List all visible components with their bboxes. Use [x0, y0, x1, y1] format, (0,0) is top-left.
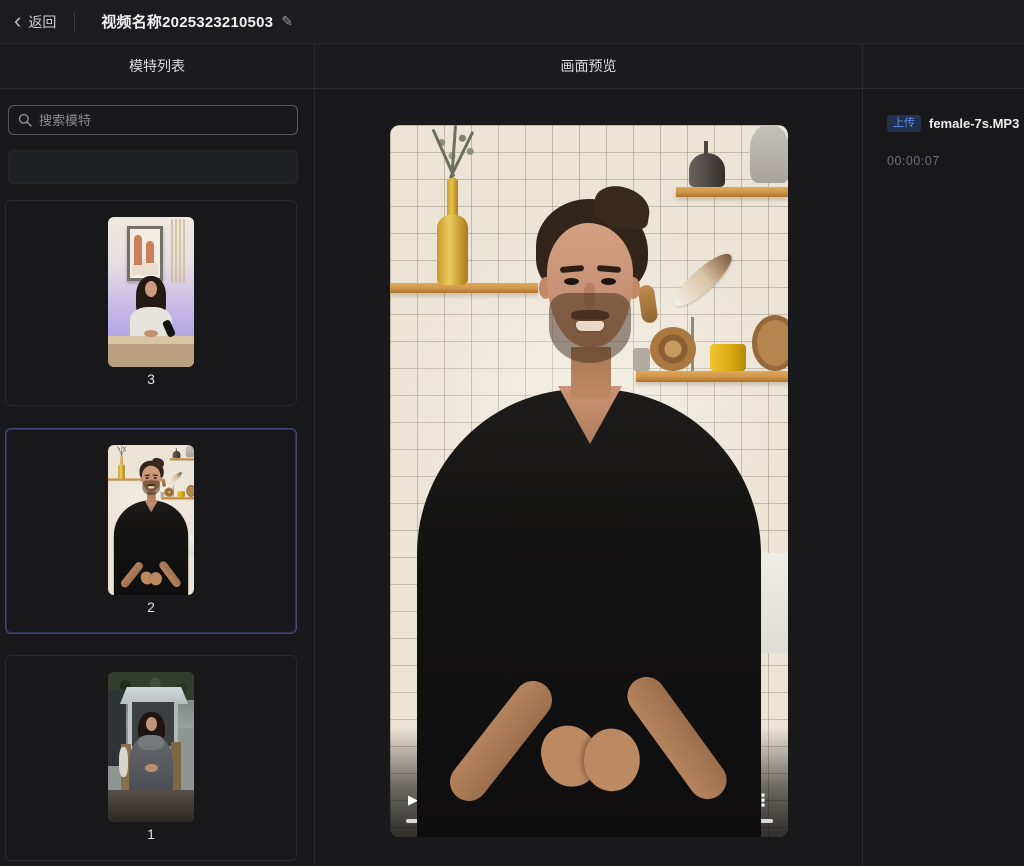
gold-bottle	[118, 464, 125, 479]
bell-ornament	[173, 451, 181, 458]
kitchen-scene	[390, 125, 788, 837]
back-button[interactable]: ‹ 返回	[0, 0, 70, 43]
wooden-shelf-bottom-right	[636, 371, 788, 382]
woman-face	[146, 717, 157, 731]
coat-collar	[138, 735, 164, 750]
person-eye	[154, 477, 157, 478]
person-eye	[601, 278, 616, 285]
gray-cup	[633, 348, 650, 371]
table	[108, 336, 194, 367]
woman-face	[145, 281, 157, 297]
wooden-disc	[650, 327, 696, 371]
model-card-3[interactable]: 3	[5, 200, 297, 406]
gold-bottle-neck	[447, 178, 458, 220]
model-list-header: 模特列表	[0, 44, 314, 89]
person-smile	[148, 486, 154, 488]
studio-scene	[108, 217, 194, 367]
outdoor-scene	[108, 672, 194, 822]
kitchen-scene	[108, 445, 194, 595]
person-mustache	[571, 310, 609, 321]
wooden-shelf-bottom-right	[161, 497, 194, 499]
chair-cushion	[119, 747, 128, 777]
bust-statue	[750, 125, 788, 183]
upload-badge: 上传	[887, 115, 921, 132]
wooden-paddle	[161, 479, 166, 487]
preview-panel: 画面预览	[315, 44, 862, 866]
wooden-plate	[186, 485, 194, 497]
bust-statue	[186, 445, 194, 457]
ground	[108, 790, 194, 822]
video-player[interactable]: ▶ 0:00 / 0:20 ⋮	[390, 125, 788, 837]
wooden-paddle	[637, 284, 658, 324]
model-card-label: 1	[6, 826, 296, 842]
macrame-hanging	[171, 219, 187, 283]
audio-panel-header	[863, 44, 1024, 89]
arch-shape	[134, 235, 142, 265]
feather-sculpture	[668, 247, 738, 313]
woman-hands	[145, 764, 158, 772]
model-list-panel: 模特列表	[0, 44, 315, 866]
model-card-label: 3	[6, 371, 296, 387]
gold-bottle	[437, 215, 468, 285]
edit-title-icon[interactable]: ✎	[281, 13, 293, 30]
model-list-body: 3	[0, 89, 314, 866]
yellow-cup	[710, 344, 746, 371]
model-card-label: 2	[6, 599, 296, 615]
video-frame	[390, 125, 788, 837]
model-search-input[interactable]	[39, 113, 288, 128]
preview-body: ▶ 0:00 / 0:20 ⋮	[315, 89, 862, 866]
audio-duration: 00:00:07	[887, 154, 1024, 168]
model-thumb-studio	[108, 217, 194, 367]
audio-panel: 上传 female-7s.MP3 00:00:07	[862, 44, 1024, 866]
audio-panel-body: 上传 female-7s.MP3 00:00:07	[863, 89, 1024, 866]
wooden-plate	[752, 315, 788, 371]
person-eye	[146, 477, 149, 478]
back-chevron-icon: ‹	[14, 10, 21, 32]
model-card-1[interactable]: 1	[5, 655, 297, 861]
app-window: ‹ 返回 视频名称2025323210503 ✎ 模特列表	[0, 0, 1024, 866]
search-icon	[18, 113, 32, 127]
back-label: 返回	[28, 12, 56, 32]
person-smile	[576, 321, 604, 331]
model-thumb-kitchen	[108, 445, 194, 595]
audio-track-item[interactable]: 上传 female-7s.MP3 00:00:07	[863, 103, 1024, 180]
topbar: ‹ 返回 视频名称2025323210503 ✎	[0, 0, 1024, 44]
person-eye	[564, 278, 579, 285]
video-title: 视频名称2025323210503	[101, 11, 273, 32]
audio-filename: female-7s.MP3	[929, 116, 1019, 131]
model-thumb-outdoor	[108, 672, 194, 822]
woman-hands	[144, 330, 158, 337]
model-search-box[interactable]	[8, 105, 298, 135]
wooden-shelf-top-right	[676, 187, 788, 197]
arch-shape	[146, 241, 154, 263]
model-card-2[interactable]: 2	[5, 428, 297, 634]
feather-sculpture	[168, 471, 183, 485]
wooden-disc	[164, 488, 174, 497]
preview-header: 画面预览	[315, 44, 862, 89]
model-filter-bar[interactable]	[8, 150, 298, 184]
wooden-shelf-top-right	[170, 458, 194, 460]
framed-arch-print	[127, 226, 163, 281]
audio-row: 上传 female-7s.MP3	[887, 115, 1024, 132]
bell-ornament	[689, 153, 725, 187]
topbar-divider	[74, 12, 75, 32]
